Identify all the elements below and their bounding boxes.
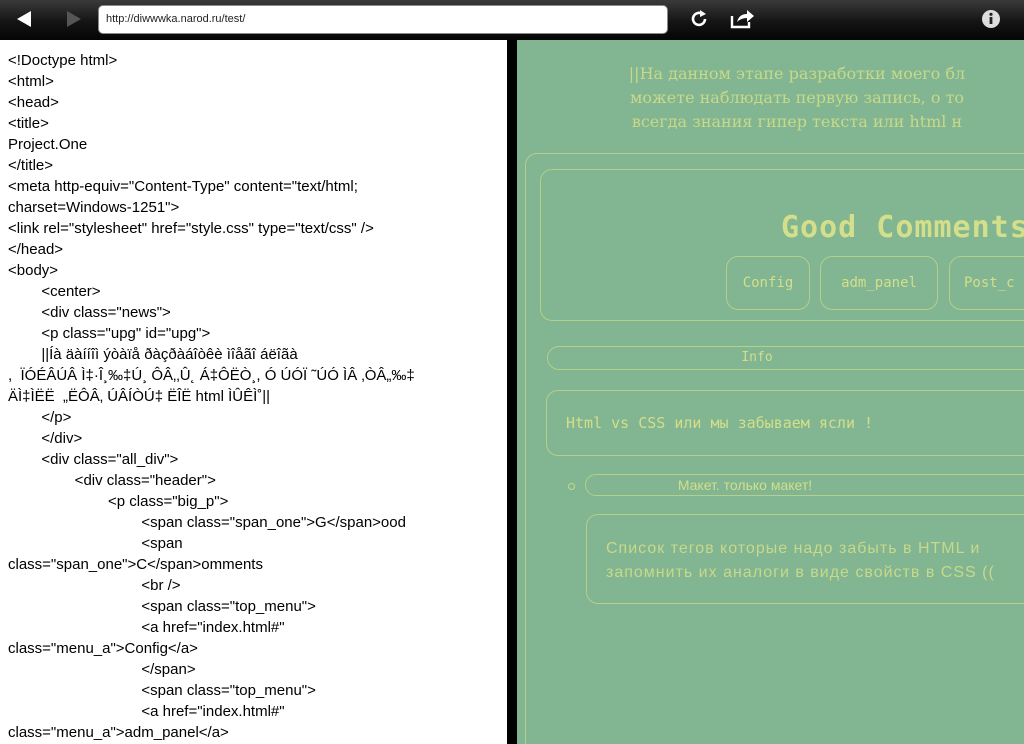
code-line: <br /> [8,577,181,594]
code-line: <span class="top_menu"> [8,598,316,615]
left-triangle-icon [17,11,31,27]
code-line: <center> [8,283,101,300]
code-line: <body> [8,262,59,279]
info-bar: Info [547,346,1024,370]
code-line: <title> [8,115,49,132]
sub-post-text: запомнить их аналоги в виде свойств в CS… [606,564,995,581]
pane-divider[interactable] [507,40,517,744]
code-line: </div> [8,430,83,447]
source-code-pane: <!Doctype html> <html> <head> <title> Pr… [0,40,507,744]
code-line: <p class="big_p"> [8,493,229,510]
code-line: <meta http-equiv="Content-Type" content=… [8,178,358,195]
share-button[interactable] [726,4,758,34]
code-line: class="span_one">C</span>omments [8,556,263,573]
intro-line: всегда знания гипер текста или html н [631,112,963,131]
code-line: <span class="span_one">G</span>ood [8,514,406,531]
code-line: <a href="index.html#" [8,703,285,720]
address-bar[interactable]: http://diwwwka.narod.ru/test/ [98,5,668,34]
code-line: </title> [8,157,54,174]
menu-config-button[interactable]: Config [726,256,810,310]
code-line: charset=Windows-1251"> [8,199,180,216]
code-line: </head> [8,241,64,258]
code-line: class="menu_a">Config</a> [8,640,198,657]
menu-adm-panel-button[interactable]: adm_panel [820,256,938,310]
code-line: <span class="top_menu"> [8,682,316,699]
sub-post-text: Список тегов которые надо забыть в HTML … [606,540,981,557]
sub-post-label: Макет. только макет! [585,474,1024,496]
menu-post-button[interactable]: Post_c [949,256,1024,310]
code-line: <!Doctype html> [8,52,118,69]
code-line: ||Íà äàííîì ýòàïå ðàçðàáîòêè ìîåãî áëîãà [8,346,298,363]
share-arrow-icon [730,10,754,29]
code-line: <div class="news"> [8,304,171,321]
back-button[interactable] [8,4,40,34]
forward-button[interactable] [58,4,90,34]
code-line: , ÏÓÉÂÚÂ Ì‡·Î¸‰‡Ú¸ ÔÂ‚‚Û˛ Á‡ÔËÒ¸, Ó ÚÓÏ … [8,367,415,384]
code-line: ÄÌ‡ÌËË „ËÔÂ‚ ÚÂÍÒÚ‡ ËÎË html ÌÛÊÌ˚|| [8,388,271,405]
intro-line: можете наблюдать первую запись, о то [629,88,965,107]
browser-toolbar: http://diwwwka.narod.ru/test/ [0,0,1024,40]
info-icon [982,10,1000,28]
code-line: <p class="upg" id="upg"> [8,325,211,342]
reload-icon [691,10,707,27]
code-line: class="menu_a">adm_panel</a> [8,724,229,741]
preview-pane: ||На данном этапе разработки моего бл мо… [517,40,1024,744]
code-line: </p> [8,409,72,426]
code-line: <link rel="stylesheet" href="style.css" … [8,220,374,237]
list-bullet [568,483,575,490]
site-title: Good Comments [781,210,1024,245]
code-line: <div class="header"> [8,472,216,489]
code-line: <html> [8,73,54,90]
intro-line: ||На данном этапе разработки моего бл [628,64,966,83]
right-triangle-icon [67,11,81,27]
code-line: <a href="index.html#" [8,619,285,636]
code-line: Project.One [8,136,88,153]
code-line: <div class="all_div"> [8,451,179,468]
code-line: </span> [8,661,196,678]
code-line: <span [8,535,183,552]
post-title[interactable]: Html vs CSS или мы забываем ясли ! [566,414,873,432]
info-button[interactable] [975,4,1007,34]
reload-button[interactable] [683,4,715,34]
code-line: <head> [8,94,59,111]
